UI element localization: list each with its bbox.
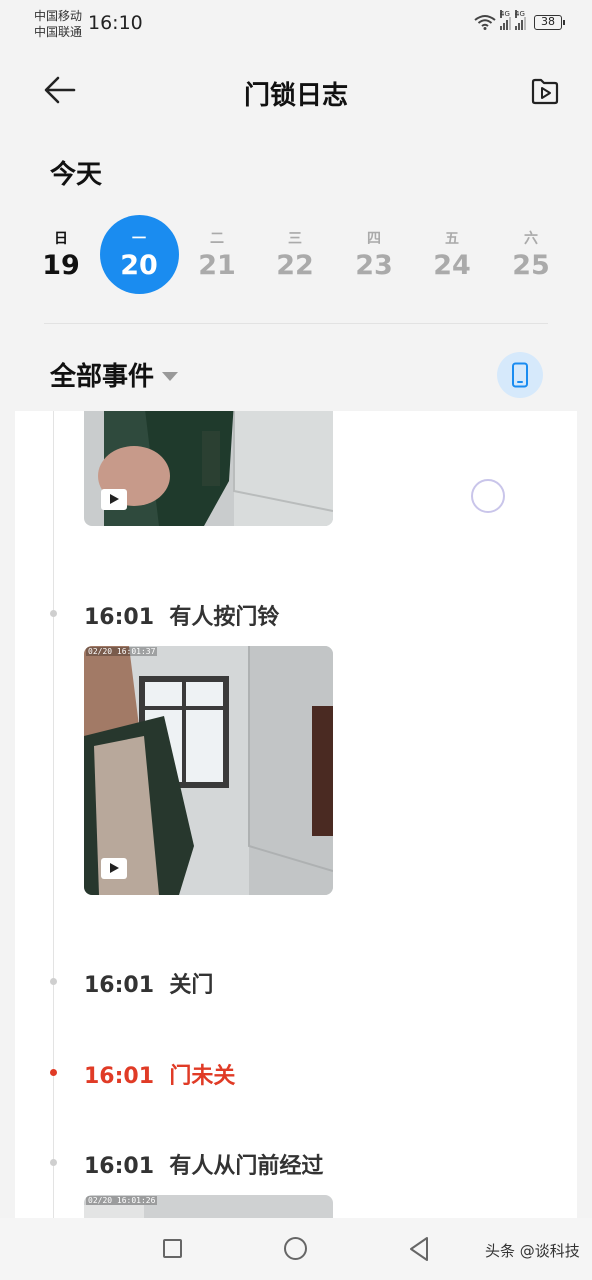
event-text: 有人按门铃 [169,605,280,630]
watermark-text: 头条 @谈科技 [485,1242,580,1260]
phone-icon [512,362,528,388]
date-number: 23 [355,250,393,281]
event-list[interactable]: 16:01 有人按门铃 02/20 16:01:37 16:01 关门 16:0… [15,411,577,1219]
date-item-24[interactable]: 五 24 [413,214,491,296]
week-date-strip: 日 19 一 20 二 21 三 22 四 23 五 24 六 25 [22,214,570,298]
event-time: 16:01 [84,1154,155,1179]
event-item-door-closed[interactable]: 16:01 关门 [84,967,213,999]
carrier-1: 中国移动 [34,9,83,23]
date-number: 25 [512,250,550,281]
video-folder-icon [531,78,559,105]
date-item-25[interactable]: 六 25 [492,214,570,296]
date-number: 21 [198,250,236,281]
event-time: 16:01 [84,605,155,630]
weekday-label: 六 [524,231,538,247]
carrier-2: 中国联通 [34,25,83,39]
video-folder-button[interactable] [528,74,562,108]
video-timestamp: 02/20 16:01:37 [86,647,158,656]
home-icon[interactable] [284,1237,307,1260]
date-number: 22 [276,250,314,281]
event-item-person-passed[interactable]: 16:01 有人从门前经过 [84,1148,323,1180]
battery-icon: 38 [534,14,565,30]
app-header: 门锁日志 [0,62,592,120]
event-video-thumbnail[interactable] [84,411,333,526]
status-bar: 中国移动 中国联通 16:10 4G 4G 38 [0,0,592,48]
event-time: 16:01 [84,1064,155,1089]
play-icon [101,489,127,510]
play-icon [101,858,127,879]
weekday-label: 日 [54,231,68,247]
timeline-dot [50,1159,57,1166]
timeline-dot [50,978,57,985]
wifi-icon [474,15,496,30]
date-number: 19 [42,250,80,281]
divider [44,323,548,324]
event-video-thumbnail[interactable]: 02/20 16:01:26 [84,1195,333,1219]
status-time: 16:10 [88,12,143,34]
weekday-label: 四 [367,231,381,247]
date-item-23[interactable]: 四 23 [335,214,413,296]
date-item-19[interactable]: 日 19 [22,214,100,296]
loading-spinner-icon [471,479,505,513]
event-filter-label: 全部事件 [50,362,155,392]
timeline-dot-alert [50,1069,57,1076]
carrier-labels: 中国移动 中国联通 [34,8,82,40]
back-triangle-icon[interactable] [408,1236,430,1262]
network-type-1: 4G [500,10,510,18]
system-nav-bar: 头条 @谈科技 [0,1218,592,1280]
caret-down-icon [162,371,179,381]
date-item-20-selected[interactable]: 一 20 [100,214,179,296]
event-item-door-not-closed[interactable]: 16:01 门未关 [84,1058,235,1090]
event-item-doorbell[interactable]: 16:01 有人按门铃 [84,599,279,631]
signal-icon-1: 4G [500,10,511,30]
date-item-21[interactable]: 二 21 [178,214,256,296]
timeline-line [53,411,54,1219]
timeline-dot [50,610,57,617]
video-timestamp: 02/20 16:01:26 [86,1196,158,1205]
status-icons: 4G 4G 38 [474,10,565,30]
event-text: 门未关 [169,1064,236,1089]
date-number: 20 [120,250,158,281]
signal-icon-2: 4G [515,10,526,30]
weekday-label: 五 [445,231,459,247]
date-item-22[interactable]: 三 22 [256,214,334,296]
event-text: 有人从门前经过 [169,1154,324,1179]
weekday-label: 一 [132,231,146,247]
recent-apps-icon[interactable] [163,1239,182,1258]
event-time: 16:01 [84,973,155,998]
date-number: 24 [433,250,471,281]
event-filter-dropdown[interactable]: 全部事件 [50,356,179,393]
event-text: 关门 [169,973,214,998]
today-label: 今天 [50,160,103,190]
event-video-thumbnail[interactable]: 02/20 16:01:37 [84,646,333,895]
page-title: 门锁日志 [243,81,348,111]
weekday-label: 二 [210,231,224,247]
device-view-button[interactable] [497,352,543,398]
network-type-2: 4G [515,10,525,18]
weekday-label: 三 [288,231,302,247]
